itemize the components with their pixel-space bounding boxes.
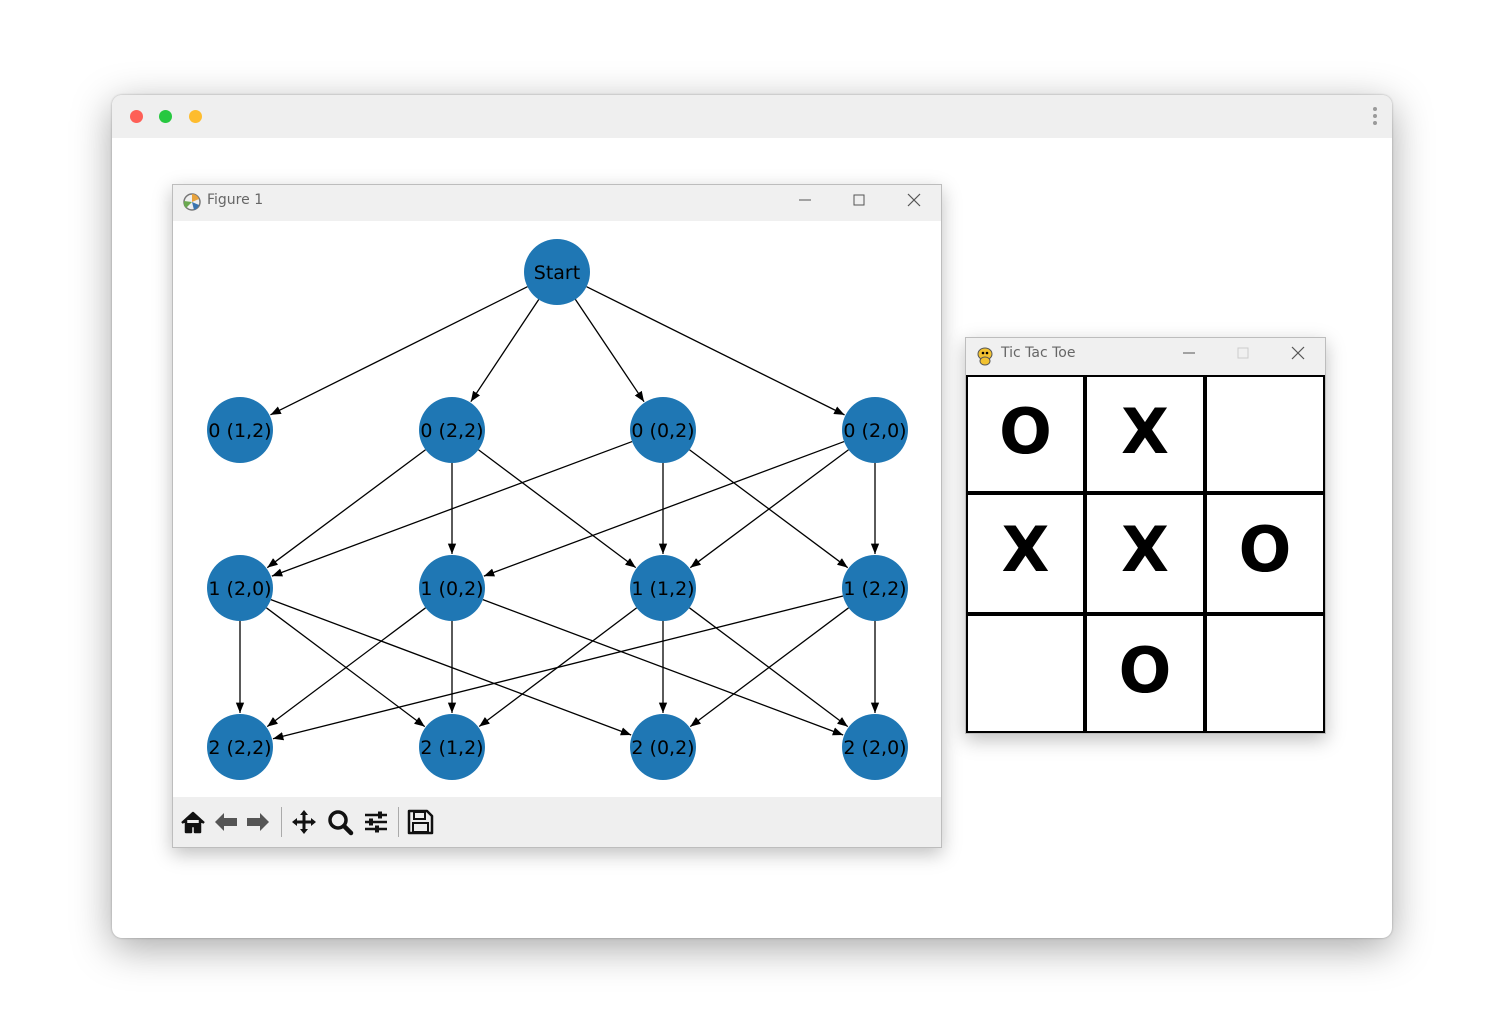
board-cell-2-1[interactable]: O: [1087, 616, 1203, 731]
pan-icon[interactable]: [289, 808, 319, 836]
figure-toolbar: [173, 797, 941, 847]
figure-window: Figure 1 Start 0 (1,2) 0 (2,2) 0 (0,2) 0 (2,…: [172, 184, 942, 848]
minimize-dot-icon[interactable]: [189, 110, 202, 123]
matplotlib-app-icon: [183, 193, 201, 211]
close-icon: [907, 193, 921, 207]
tictactoe-window-title: Tic Tac Toe: [1001, 345, 1076, 361]
graph-node-label-b3: 1 (1,2): [631, 578, 694, 600]
board-cell-0-2[interactable]: [1207, 377, 1323, 491]
graph-node-label-a3: 0 (0,2): [631, 420, 694, 442]
graph-node-label-c2: 2 (1,2): [420, 737, 483, 759]
figure-titlebar: Figure 1: [173, 185, 941, 221]
graph-node-label-c3: 2 (0,2): [631, 737, 694, 759]
board-cell-2-0[interactable]: [968, 616, 1083, 731]
configure-subplots-icon[interactable]: [361, 808, 391, 836]
graph-node-label-b4: 1 (2,2): [843, 578, 906, 600]
graph-edge-b4-c1: [272, 595, 844, 741]
close-dot-icon[interactable]: [130, 110, 143, 123]
board-cell-2-2[interactable]: [1207, 616, 1323, 731]
graph-node-label-b1: 1 (2,0): [208, 578, 271, 600]
minimize-button[interactable]: [1169, 338, 1209, 372]
graph-node-label-b2: 1 (0,2): [420, 578, 483, 600]
maximize-button[interactable]: [839, 185, 879, 219]
graph-node-label-start: Start: [534, 262, 580, 284]
toolbar-separator: [281, 807, 282, 837]
minimize-button[interactable]: [785, 185, 825, 219]
board-cell-0-1[interactable]: X: [1087, 377, 1203, 491]
maximize-icon: [1237, 347, 1249, 359]
board-cell-0-0[interactable]: O: [968, 377, 1083, 491]
maximize-dot-icon[interactable]: [159, 110, 172, 123]
graph-edge-a2-b1: [266, 449, 426, 569]
board-cell-1-0[interactable]: X: [968, 495, 1083, 612]
kebab-menu-icon[interactable]: [1372, 105, 1378, 129]
close-icon: [1291, 346, 1305, 360]
minimize-icon: [799, 199, 811, 201]
board-cell-1-1[interactable]: X: [1087, 495, 1203, 612]
graph-node-label-a2: 0 (2,2): [420, 420, 483, 442]
tictactoe-board: O X X X O O: [966, 375, 1325, 733]
plot-canvas[interactable]: Start 0 (1,2) 0 (2,2) 0 (0,2) 0 (2,0) 1 (2,0)…: [173, 221, 941, 797]
tictactoe-titlebar: Tic Tac Toe: [966, 338, 1325, 375]
graph-edge-start-a2: [470, 299, 540, 403]
toolbar-separator: [398, 807, 399, 837]
home-icon[interactable]: [178, 808, 208, 836]
graph-node-label-a1: 0 (1,2): [208, 420, 271, 442]
close-button[interactable]: [894, 185, 934, 219]
tictactoe-window: Tic Tac Toe O X X X O O: [965, 337, 1326, 734]
maximize-button-disabled: [1223, 338, 1263, 372]
graph-edge-a2-b3: [478, 449, 637, 569]
pygame-snake-icon: [977, 347, 993, 366]
zoom-icon[interactable]: [325, 808, 355, 836]
graph-edge-start-a1: [270, 286, 528, 416]
close-button[interactable]: [1278, 338, 1318, 372]
board-cell-1-2[interactable]: O: [1207, 495, 1323, 612]
browser-titlebar: [112, 95, 1392, 138]
graph-node-label-a4: 0 (2,0): [843, 420, 906, 442]
graph-edge-start-a4: [586, 286, 845, 416]
graph-node-label-c1: 2 (2,2): [208, 737, 271, 759]
maximize-icon: [853, 194, 865, 206]
graph-edge-start-a3: [574, 299, 645, 403]
minimize-icon: [1183, 352, 1195, 354]
save-icon[interactable]: [405, 808, 435, 836]
graph-node-label-c4: 2 (2,0): [843, 737, 906, 759]
figure-window-title: Figure 1: [207, 192, 264, 208]
graph-plot: Start 0 (1,2) 0 (2,2) 0 (0,2) 0 (2,0) 1 (2,0)…: [207, 239, 908, 780]
forward-icon[interactable]: [243, 808, 273, 836]
back-icon[interactable]: [211, 808, 241, 836]
